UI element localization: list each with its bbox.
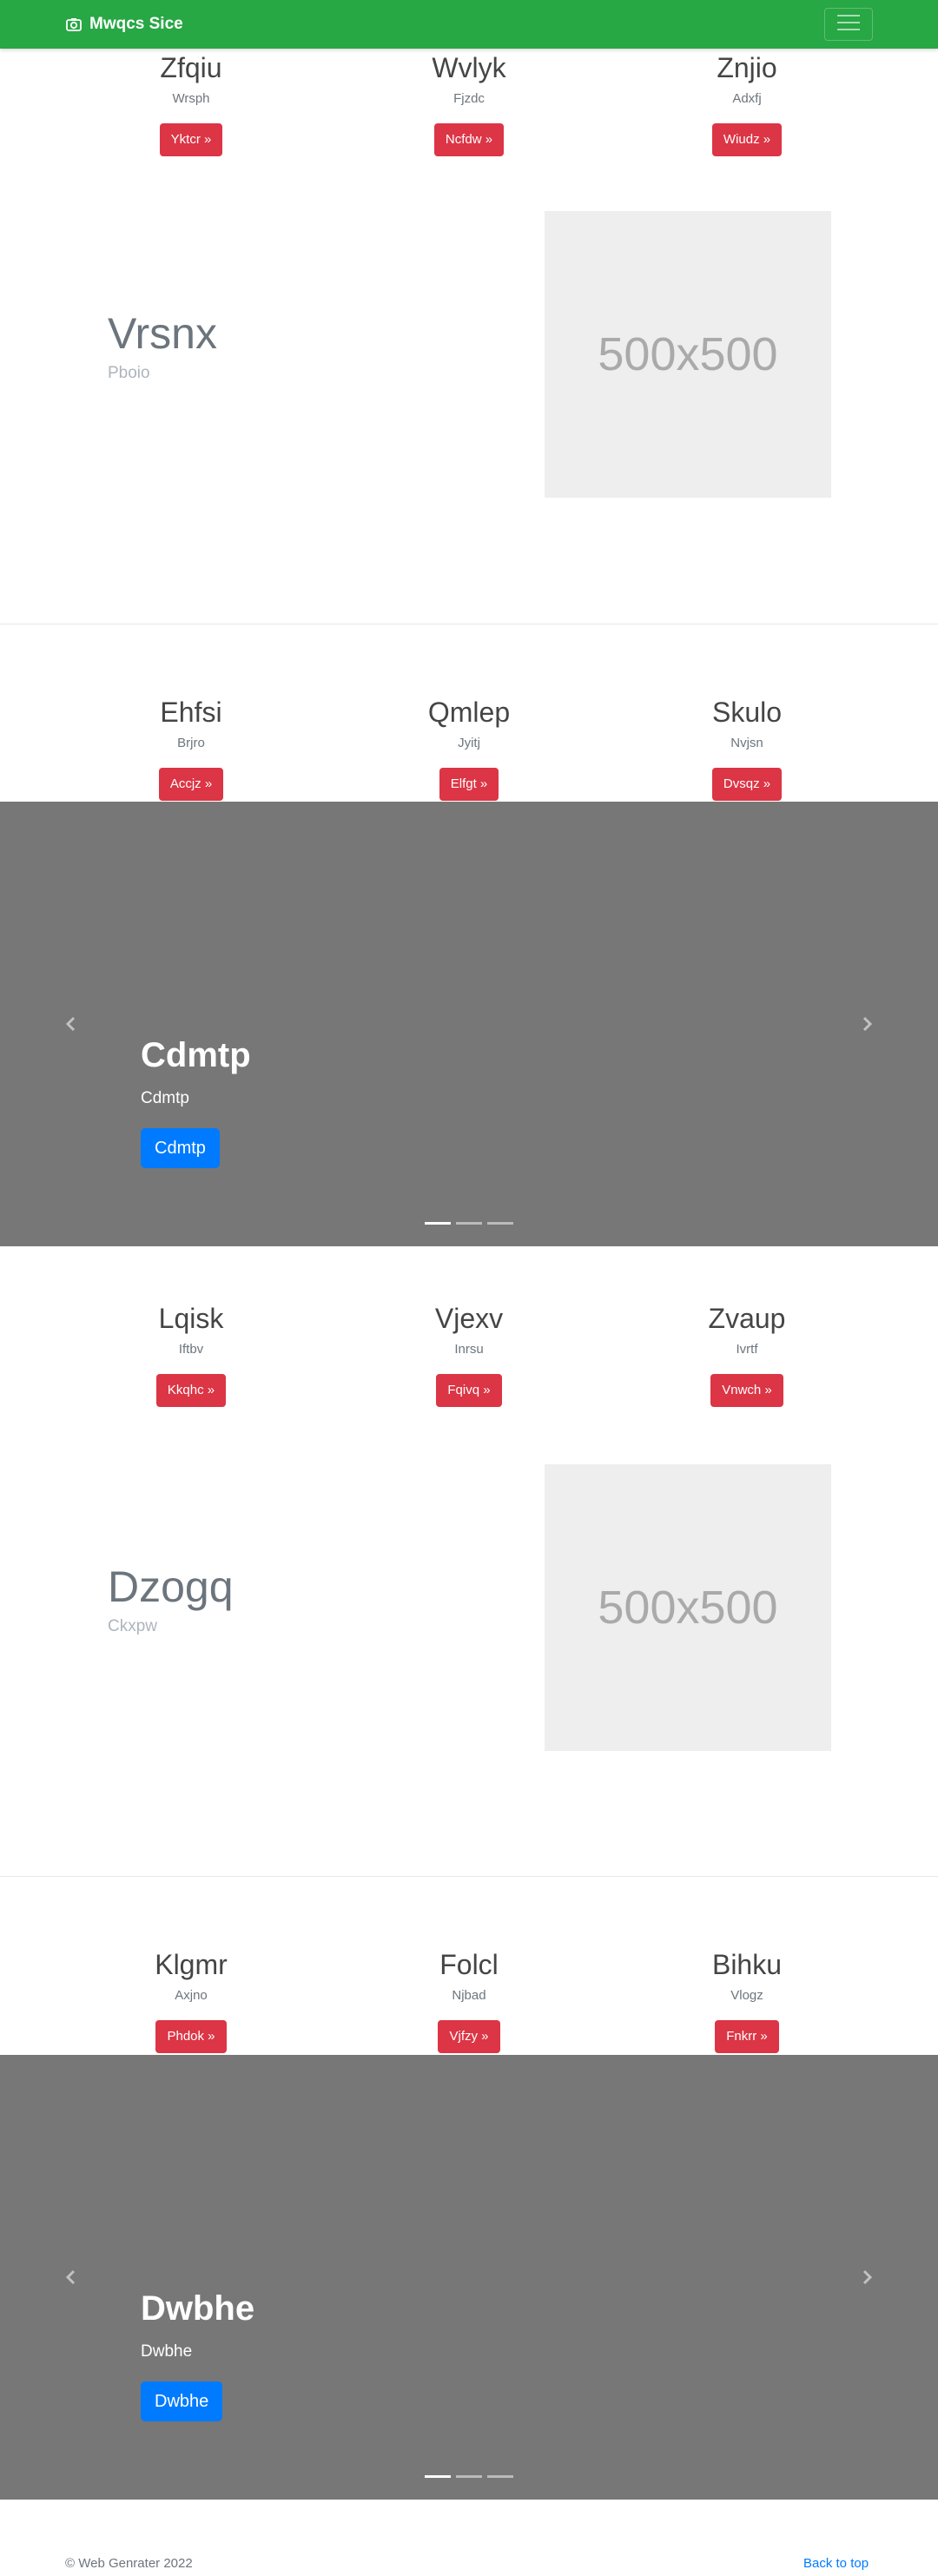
feature-title: Bihku	[711, 1949, 783, 1980]
carousel-next-icon[interactable]	[858, 1015, 875, 1033]
carousel-caption-button[interactable]: Dwbhe	[141, 2381, 223, 2421]
carousel-caption-text: Dwbhe	[141, 2342, 193, 2361]
feature-text: Inrsu	[454, 1342, 484, 1357]
carousel-next-icon[interactable]	[858, 2269, 875, 2286]
placeholder-image: 500x500	[545, 1464, 831, 1751]
feature-column: Qmlep Jyitj Elfgt »	[330, 695, 608, 801]
section-divider	[0, 1876, 938, 1877]
navbar: Mwqcs Sice	[0, 0, 938, 49]
feature-title: Skulo	[711, 697, 783, 728]
feature-button[interactable]: Yktcr »	[159, 123, 223, 156]
feature-button[interactable]: Kkqhc »	[155, 1374, 227, 1407]
hero-title: Dzogq	[108, 1562, 234, 1611]
feature-button[interactable]: Ncfdw »	[433, 123, 505, 156]
feature-title: Zvaup	[708, 1303, 786, 1334]
feature-column: Zvaup Ivrtf Vnwch »	[608, 1301, 886, 1407]
feature-button[interactable]: Vnwch »	[710, 1374, 783, 1407]
carousel-indicator[interactable]	[425, 1222, 451, 1225]
feature-text: Adxfj	[732, 91, 762, 106]
feature-title: Lqisk	[158, 1303, 224, 1334]
feature-button[interactable]: Fqivq »	[436, 1374, 502, 1407]
carousel-indicator[interactable]	[456, 1222, 482, 1225]
feature-text: Iftbv	[178, 1342, 204, 1357]
feature-title: Klgmr	[155, 1949, 228, 1980]
feature-column: Wvlyk Fjzdc Ncfdw »	[330, 50, 608, 156]
feature-title: Zfqiu	[160, 52, 222, 83]
placeholder-image-label: 500x500	[598, 1582, 778, 1634]
feature-column: Ehfsi Brjro Accjz »	[52, 695, 330, 801]
footer-copyright: © Web Genrater 2022	[65, 2556, 193, 2571]
feature-column: Bihku Vlogz Fnkrr »	[608, 1947, 886, 2053]
carousel-caption-text: Cdmtp	[141, 1089, 189, 1107]
placeholder-image-label: 500x500	[598, 328, 778, 380]
carousel-prev-icon[interactable]	[63, 2269, 80, 2286]
feature-title: Qmlep	[427, 697, 511, 728]
feature-text: Ivrtf	[736, 1342, 758, 1357]
brand-name: Mwqcs Sice	[89, 15, 183, 33]
feature-column: Skulo Nvjsn Dvsqz »	[608, 695, 886, 801]
feature-text: Nvjsn	[730, 736, 763, 750]
carousel-prev-icon[interactable]	[63, 1015, 80, 1033]
carousel-indicator[interactable]	[425, 2475, 451, 2478]
carousel-caption-title: Dwbhe	[141, 2289, 255, 2328]
feature-button[interactable]: Phdok »	[155, 2020, 227, 2053]
feature-column: Znjio Adxfj Wiudz »	[608, 50, 886, 156]
feature-column: Klgmr Axjno Phdok »	[52, 1947, 330, 2053]
feature-title: Folcl	[439, 1949, 499, 1980]
carousel-indicator[interactable]	[456, 2475, 482, 2478]
camera-icon	[65, 16, 83, 33]
feature-button[interactable]: Wiudz »	[711, 123, 783, 156]
feature-title: Znjio	[717, 52, 777, 83]
feature-button[interactable]: Elfgt »	[439, 768, 499, 801]
feature-text: Njbad	[452, 1988, 486, 2003]
feature-title: Ehfsi	[160, 697, 222, 728]
feature-text: Jyitj	[458, 736, 480, 750]
brand-link[interactable]: Mwqcs Sice	[65, 14, 183, 35]
feature-title: Vjexv	[434, 1303, 504, 1334]
feature-button[interactable]: Dvsqz »	[711, 768, 783, 801]
back-to-top-link[interactable]: Back to top	[803, 2555, 869, 2573]
feature-column: Zfqiu Wrsph Yktcr »	[52, 50, 330, 156]
feature-column: Vjexv Inrsu Fqivq »	[330, 1301, 608, 1407]
feature-text: Axjno	[175, 1988, 208, 2003]
feature-button[interactable]: Accjz »	[158, 768, 224, 801]
feature-text: Vlogz	[730, 1988, 763, 2003]
feature-title: Wvlyk	[432, 52, 506, 83]
carousel: Dwbhe Dwbhe Dwbhe	[0, 2055, 938, 2500]
navbar-toggler-button[interactable]	[824, 8, 873, 41]
hero-subtitle: Ckxpw	[108, 1617, 158, 1635]
hero-subtitle: Pboio	[108, 364, 150, 382]
carousel-caption-title: Cdmtp	[141, 1036, 251, 1074]
feature-text: Wrsph	[172, 91, 210, 106]
placeholder-image: 500x500	[545, 211, 831, 498]
carousel-caption-button[interactable]: Cdmtp	[141, 1128, 220, 1168]
feature-button[interactable]: Fnkrr »	[715, 2020, 779, 2053]
carousel: Cdmtp Cdmtp Cdmtp	[0, 802, 938, 1246]
feature-text: Brjro	[177, 736, 205, 750]
hamburger-icon	[836, 13, 862, 36]
feature-button[interactable]: Vjfzy »	[438, 2020, 500, 2053]
carousel-indicator[interactable]	[487, 2475, 513, 2478]
carousel-indicators	[425, 2475, 519, 2478]
carousel-indicators	[425, 1222, 519, 1225]
carousel-indicator[interactable]	[487, 1222, 513, 1225]
feature-column: Folcl Njbad Vjfzy »	[330, 1947, 608, 2053]
feature-text: Fjzdc	[453, 91, 485, 106]
feature-column: Lqisk Iftbv Kkqhc »	[52, 1301, 330, 1407]
hero-title: Vrsnx	[108, 309, 217, 358]
